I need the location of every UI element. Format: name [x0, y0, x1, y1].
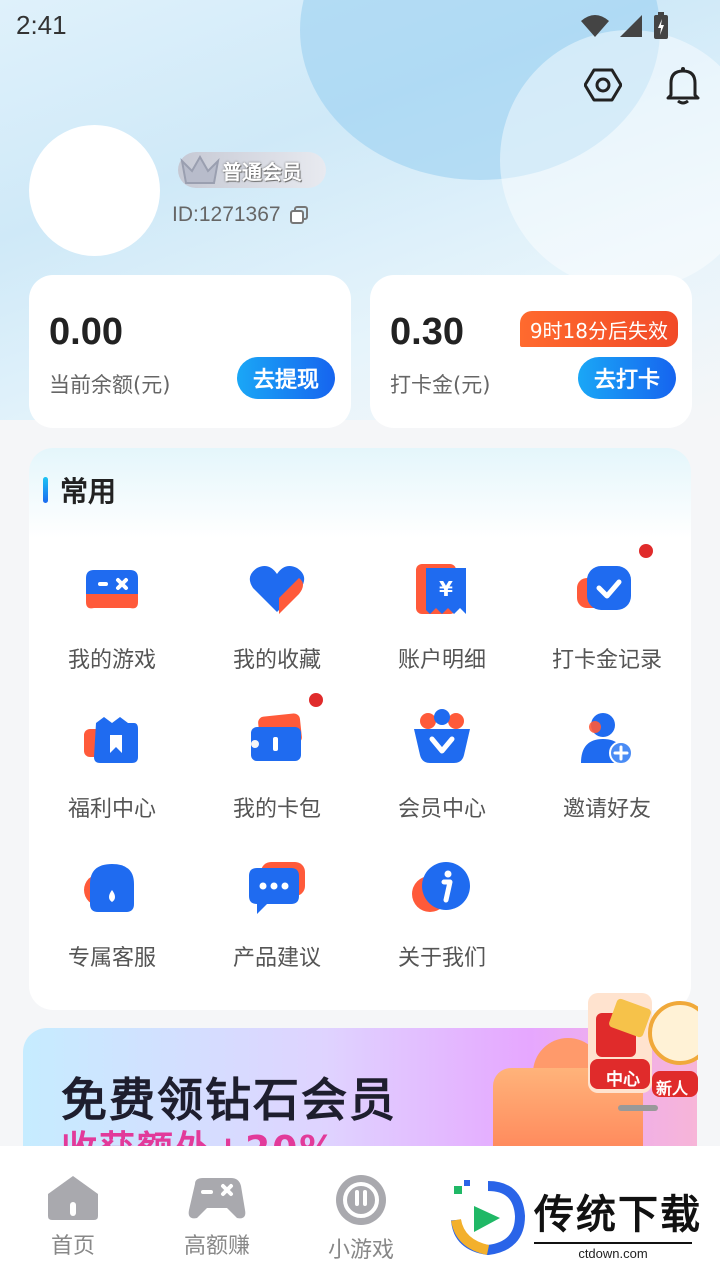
gamepad-icon	[188, 1178, 246, 1219]
section-title-text: 常用	[60, 475, 117, 508]
user-id-text: ID:1271367	[172, 203, 281, 226]
notification-button[interactable]	[662, 64, 704, 106]
grid-item-about-us[interactable]: 关于我们	[360, 836, 524, 976]
status-icons	[580, 12, 670, 40]
svg-text:¥: ¥	[439, 577, 453, 601]
copy-icon[interactable]	[289, 205, 309, 225]
vip-level-label: 普通会员	[222, 159, 302, 184]
bell-icon	[666, 67, 700, 105]
notification-dot	[309, 693, 323, 707]
floating-ad[interactable]: 中心 新人	[588, 993, 712, 1115]
grid-item-vip-center[interactable]: 会员中心	[360, 687, 524, 827]
grid-item-label: 我的收藏	[232, 648, 321, 673]
title-accent-bar	[43, 477, 48, 503]
watermark-name: 传统下载	[534, 1192, 702, 1238]
heart-icon	[245, 558, 309, 622]
grid-item-account-details[interactable]: ¥ 账户明细	[360, 538, 524, 678]
withdraw-button[interactable]: 去提现	[236, 357, 335, 399]
grid-item-favorites[interactable]: 我的收藏	[195, 538, 359, 678]
grid-item-card-wallet[interactable]: 我的卡包	[195, 687, 359, 827]
grid-item-invite-friends[interactable]: 邀请好友	[525, 687, 689, 827]
settings-icon	[584, 68, 622, 102]
home-icon	[48, 1176, 98, 1220]
section-title: 常用	[43, 470, 116, 510]
watermark-url: ctdown.com	[534, 1242, 692, 1261]
top-actions	[582, 64, 704, 106]
gamepad-icon	[80, 558, 144, 622]
bottom-tab-bar: 首页 高额赚 小游戏 传统下载 ctdown.com	[0, 1146, 720, 1280]
vip-badge[interactable]: 普通会员	[178, 152, 326, 188]
tab-mini-games[interactable]: 小游戏	[306, 1174, 416, 1264]
balance-label: 当前余额(元)	[49, 373, 171, 397]
user-id[interactable]: ID:1271367	[172, 203, 309, 227]
checkin-amount: 0.30	[390, 311, 464, 353]
card-wallet-icon	[245, 707, 309, 771]
balance-amount: 0.00	[49, 311, 123, 353]
signal-icon	[620, 15, 642, 37]
minigame-icon	[336, 1175, 386, 1225]
gift-bookmark-icon	[80, 707, 144, 771]
watermark-logo: 传统下载 ctdown.com	[448, 1176, 708, 1266]
battery-icon	[654, 12, 668, 39]
grid-item-label: 打卡金记录	[551, 648, 662, 673]
crown-icon	[178, 152, 222, 188]
checkin-button[interactable]: 去打卡	[577, 357, 676, 399]
grid-item-label: 邀请好友	[562, 797, 651, 822]
grid-item-label: 专属客服	[67, 946, 156, 971]
common-section: 常用 我的游戏 我的收藏 ¥ 账户明细 打卡金记录 福利中心 我的卡包 会员中心…	[29, 448, 691, 1010]
grid-item-checkin-records[interactable]: 打卡金记录	[525, 538, 689, 678]
chat-bubble-icon	[245, 856, 309, 920]
watermark-icon	[451, 1180, 526, 1256]
avatar[interactable]	[29, 125, 160, 256]
grid-item-my-games[interactable]: 我的游戏	[30, 538, 194, 678]
grid-item-label: 我的卡包	[232, 797, 321, 822]
settings-button[interactable]	[582, 64, 624, 106]
grid-item-label: 关于我们	[397, 946, 486, 971]
vip-crown-icon	[410, 707, 474, 771]
grid-item-customer-service[interactable]: 专属客服	[30, 836, 194, 976]
info-icon	[410, 856, 474, 920]
tab-label: 首页	[50, 1234, 95, 1259]
balance-card[interactable]: 0.00 当前余额(元) 去提现	[29, 275, 351, 428]
checkin-card[interactable]: 0.30 打卡金(元) 9时18分后失效 去打卡	[370, 275, 692, 428]
tab-label: 小游戏	[327, 1238, 394, 1263]
notification-dot	[639, 544, 653, 558]
floating-ad-text-right: 新人	[656, 1079, 689, 1098]
status-time: 2:41	[16, 10, 67, 40]
grid-item-product-suggestions[interactable]: 产品建议	[195, 836, 359, 976]
tab-label: 高额赚	[183, 1234, 250, 1259]
checkin-label: 打卡金(元)	[390, 373, 491, 397]
expire-tag: 9时18分后失效	[519, 311, 678, 347]
floating-ad-text-left: 中心	[606, 1070, 640, 1090]
status-bar: 2:41	[0, 0, 720, 50]
grid-item-label: 账户明细	[397, 648, 486, 673]
receipt-yen-icon: ¥	[410, 558, 474, 622]
tab-high-earn[interactable]: 高额赚	[162, 1174, 272, 1260]
check-badge-icon	[575, 558, 639, 622]
wifi-icon	[581, 15, 609, 37]
grid-item-label: 我的游戏	[67, 648, 156, 673]
tab-home[interactable]: 首页	[18, 1174, 128, 1260]
grid-item-label: 福利中心	[67, 797, 156, 822]
customer-service-icon	[80, 856, 144, 920]
grid-item-label: 产品建议	[232, 946, 321, 971]
grid-item-welfare-center[interactable]: 福利中心	[30, 687, 194, 827]
add-user-icon	[575, 707, 639, 771]
grid-item-label: 会员中心	[397, 797, 486, 822]
